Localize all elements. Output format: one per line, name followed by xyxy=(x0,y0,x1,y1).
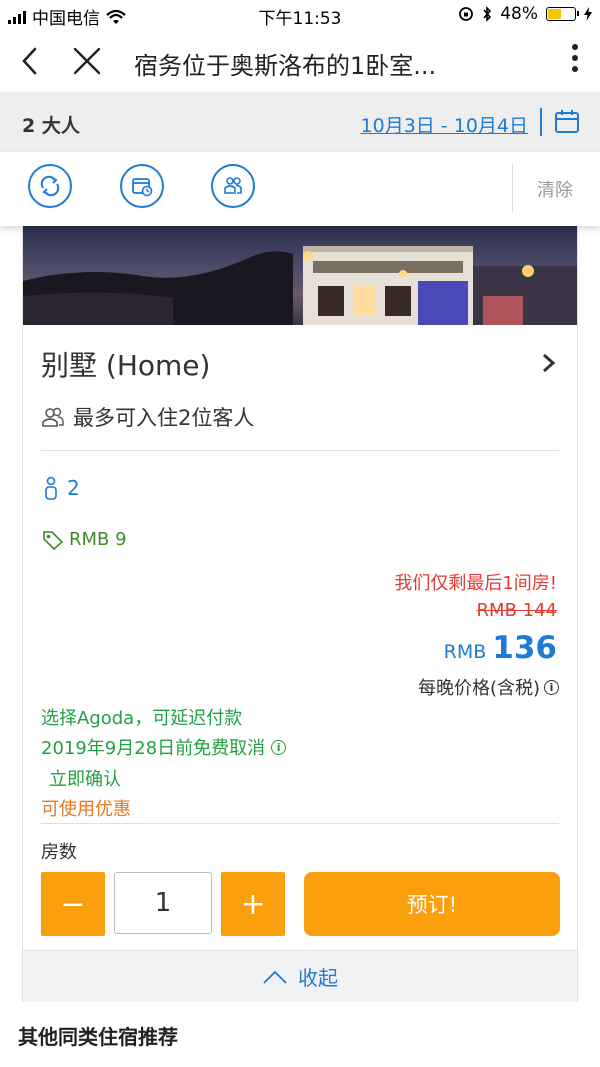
close-icon[interactable] xyxy=(70,44,104,78)
divider xyxy=(512,164,513,212)
divider xyxy=(41,450,559,451)
calendar-clock-icon xyxy=(132,178,153,197)
collapse-label: 收起 xyxy=(298,966,338,990)
guests-icon xyxy=(42,407,64,427)
swap-filter-button[interactable] xyxy=(28,164,72,208)
pay-later-note: 选择Agoda，可延迟付款 xyxy=(41,708,243,729)
room-card: 别墅 (Home) 最多可入住2位客人 2 RMB 9 我们仅剩最后1间房! R… xyxy=(22,226,578,1002)
filter-bar: 清除 xyxy=(0,152,600,226)
decrease-rooms-button[interactable]: − xyxy=(41,872,105,936)
price-amount: 136 xyxy=(492,630,557,666)
price-currency: RMB xyxy=(443,641,487,663)
divider xyxy=(540,108,542,136)
guest-count-value: 2 xyxy=(67,476,80,500)
calendar-icon[interactable] xyxy=(554,108,580,134)
guest-summary[interactable]: 2 大人 xyxy=(22,111,80,138)
current-price: RMB 136 xyxy=(444,630,557,666)
max-occupancy-text: 最多可入住2位客人 xyxy=(73,406,255,430)
scarcity-message: 我们仅剩最后1间房! xyxy=(394,573,557,594)
battery-icon xyxy=(546,7,579,21)
info-icon[interactable]: i xyxy=(271,739,287,755)
charging-icon xyxy=(584,7,592,21)
page-title: 宿务位于奥斯洛布的1卧室... xyxy=(134,52,437,80)
coupon-amount: RMB 9 xyxy=(69,528,127,550)
clear-filters-button[interactable]: 清除 xyxy=(537,176,573,202)
room-photo[interactable] xyxy=(23,226,577,325)
guests-icon xyxy=(224,177,242,194)
similar-properties-heading: 其他同类住宿推荐 xyxy=(18,1025,178,1049)
swap-icon xyxy=(40,175,60,197)
promo-available-note: 可使用优惠 xyxy=(41,799,131,820)
chevron-right-icon[interactable] xyxy=(541,352,557,374)
guests-filter-button[interactable] xyxy=(211,164,255,208)
date-range-link[interactable]: 10月3日 - 10月4日 xyxy=(361,111,528,138)
info-icon[interactable]: i xyxy=(544,679,559,695)
room-type-title[interactable]: 别墅 (Home) xyxy=(41,344,210,384)
coupon-badge: RMB 9 xyxy=(41,528,127,550)
free-cancellation-note: 2019年9月28日前免费取消 i xyxy=(41,734,287,760)
villa-night-photo xyxy=(23,246,577,325)
search-summary-bar: 2 大人 10月3日 - 10月4日 xyxy=(0,92,600,152)
rooms-label: 房数 xyxy=(41,842,77,863)
more-options-icon[interactable] xyxy=(572,44,578,72)
status-bar: 中国电信 下午11:53 48% xyxy=(0,0,600,30)
collapse-button[interactable]: 收起 xyxy=(23,950,577,1002)
date-filter-button[interactable] xyxy=(120,164,164,208)
tag-icon xyxy=(43,531,64,550)
chevron-up-icon xyxy=(263,970,287,984)
guest-count: 2 xyxy=(43,476,80,500)
orientation-lock-icon xyxy=(459,7,474,21)
nav-bar: 宿务位于奥斯洛布的1卧室... xyxy=(0,30,600,92)
original-price: RMB 144 xyxy=(476,600,557,621)
max-occupancy: 最多可入住2位客人 xyxy=(41,402,254,432)
free-cancellation-text: 2019年9月28日前免费取消 xyxy=(41,738,266,759)
instant-confirmation-note: 立即确认 xyxy=(49,769,121,790)
divider xyxy=(41,823,559,824)
back-icon[interactable] xyxy=(16,44,44,78)
bluetooth-icon xyxy=(483,6,492,22)
price-note-text: 每晚价格(含税) xyxy=(417,678,540,699)
increase-rooms-button[interactable]: + xyxy=(221,872,285,936)
rooms-quantity-field[interactable]: 1 xyxy=(114,872,212,934)
book-button[interactable]: 预订! xyxy=(304,872,560,936)
person-icon xyxy=(45,476,57,500)
battery-percent: 48% xyxy=(500,4,538,24)
price-note: 每晚价格(含税) i xyxy=(418,674,559,700)
